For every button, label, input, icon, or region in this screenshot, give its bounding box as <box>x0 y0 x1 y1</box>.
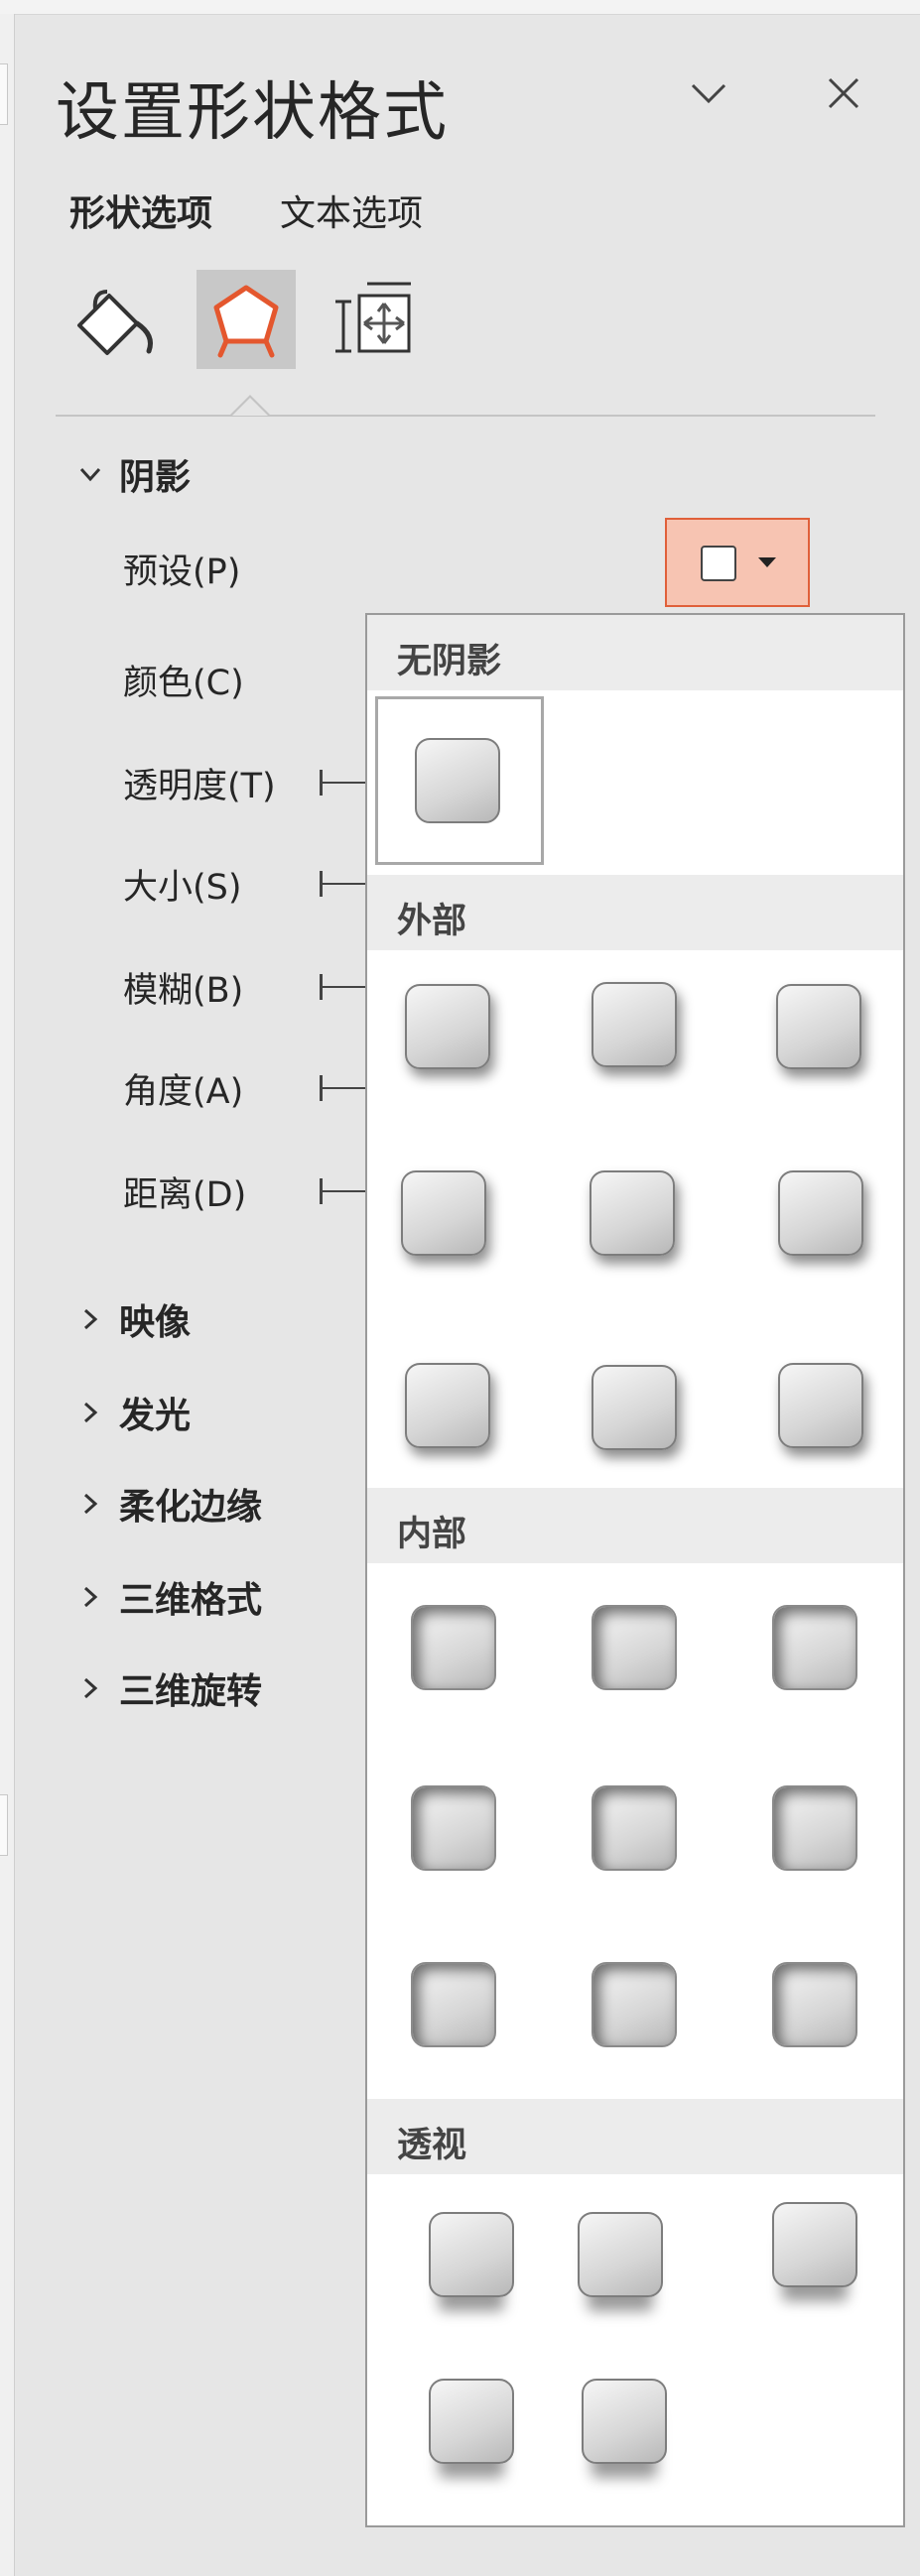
close-icon <box>828 77 859 109</box>
category-separator <box>56 415 875 417</box>
section-label: 三维旋转 <box>119 1671 263 1712</box>
angle-slider[interactable] <box>320 1075 365 1101</box>
group-header-inner: 内部 <box>367 1488 903 1563</box>
preset-inner-5[interactable] <box>591 1785 677 1871</box>
preset-outer-4[interactable] <box>401 1170 486 1256</box>
prop-distance-label: 距离(D) <box>123 1175 247 1215</box>
section-3d-format[interactable]: 三维格式 <box>75 1571 262 1623</box>
group-label: 透视 <box>397 2126 467 2165</box>
edge-marker <box>0 63 8 125</box>
chevron-down-icon <box>691 83 726 104</box>
section-reflection[interactable]: 映像 <box>75 1293 191 1345</box>
preset-outer-9[interactable] <box>778 1363 863 1448</box>
fill-line-icon <box>77 290 153 355</box>
blur-slider[interactable] <box>320 974 365 1000</box>
chevron-right-icon <box>75 1487 105 1528</box>
preset-outer-8[interactable] <box>591 1365 677 1450</box>
category-fill-line[interactable] <box>64 270 163 369</box>
group-header-outer: 外部 <box>367 875 903 950</box>
section-shadow-label: 阴影 <box>119 457 192 498</box>
section-label: 柔化边缘 <box>119 1487 263 1528</box>
pane-title: 设置形状格式 <box>56 76 449 150</box>
edge-marker <box>0 1794 8 1856</box>
preset-inner-4[interactable] <box>411 1785 496 1871</box>
preset-perspective-2[interactable] <box>578 2212 663 2297</box>
close-button[interactable] <box>814 63 873 123</box>
chevron-down-icon <box>75 457 105 498</box>
preset-perspective-3[interactable] <box>772 2202 857 2287</box>
preset-inner-7[interactable] <box>411 1962 496 2047</box>
category-effects[interactable] <box>197 270 296 369</box>
prop-size-label: 大小(S) <box>123 868 242 908</box>
preset-inner-8[interactable] <box>591 1962 677 2047</box>
section-label: 发光 <box>119 1396 192 1436</box>
prop-preset-label: 预设(P) <box>123 552 241 592</box>
pane-options-button[interactable] <box>679 63 738 123</box>
preset-inner-2[interactable] <box>591 1605 677 1690</box>
prop-angle-label: 角度(A) <box>123 1072 244 1112</box>
preset-outer-6[interactable] <box>778 1170 863 1256</box>
size-slider[interactable] <box>320 871 365 897</box>
preset-preview-swatch <box>701 546 736 581</box>
selection-caret <box>230 395 270 416</box>
preset-outer-1[interactable] <box>405 984 490 1069</box>
section-label: 映像 <box>119 1302 192 1343</box>
distance-slider[interactable] <box>320 1178 365 1204</box>
tab-text-options[interactable]: 文本选项 <box>280 184 423 236</box>
document-edge <box>0 14 15 2576</box>
section-3d-rotation[interactable]: 三维旋转 <box>75 1662 262 1714</box>
category-size-properties[interactable] <box>331 270 431 369</box>
chevron-right-icon <box>75 1580 105 1621</box>
chevron-right-icon <box>75 1302 105 1343</box>
preset-inner-6[interactable] <box>772 1785 857 1871</box>
prop-transparency-label: 透明度(T) <box>123 767 276 806</box>
window-top-strip <box>0 0 920 15</box>
section-shadow[interactable]: 阴影 <box>75 448 191 500</box>
chevron-right-icon <box>75 1396 105 1436</box>
group-header-no-shadow: 无阴影 <box>367 615 903 690</box>
tab-shape-options[interactable]: 形状选项 <box>69 184 212 236</box>
preset-perspective-4[interactable] <box>429 2379 514 2464</box>
section-glow[interactable]: 发光 <box>75 1387 191 1438</box>
transparency-slider[interactable] <box>320 770 365 796</box>
prop-color-label: 颜色(C) <box>123 664 244 703</box>
preset-no-shadow[interactable] <box>415 738 500 823</box>
effects-pentagon-icon <box>213 285 279 358</box>
size-properties-icon <box>335 282 411 353</box>
preset-inner-3[interactable] <box>772 1605 857 1690</box>
preset-perspective-1[interactable] <box>429 2212 514 2297</box>
preset-outer-2[interactable] <box>591 982 677 1067</box>
shadow-preset-gallery: 无阴影 外部 内部 透视 <box>365 613 905 2527</box>
preset-inner-9[interactable] <box>772 1962 857 2047</box>
group-label: 无阴影 <box>397 642 502 681</box>
preset-outer-5[interactable] <box>590 1170 675 1256</box>
group-label: 外部 <box>397 902 467 941</box>
dropdown-arrow-icon <box>758 557 776 567</box>
group-header-perspective: 透视 <box>367 2099 903 2174</box>
prop-blur-label: 模糊(B) <box>123 971 244 1011</box>
preset-perspective-5[interactable] <box>582 2379 667 2464</box>
group-label: 内部 <box>397 1515 467 1554</box>
section-label: 三维格式 <box>119 1580 263 1621</box>
preset-dropdown-button[interactable] <box>665 518 810 607</box>
preset-outer-3[interactable] <box>776 984 861 1069</box>
section-soft-edges[interactable]: 柔化边缘 <box>75 1478 262 1530</box>
preset-outer-7[interactable] <box>405 1363 490 1448</box>
preset-inner-1[interactable] <box>411 1605 496 1690</box>
chevron-right-icon <box>75 1671 105 1712</box>
